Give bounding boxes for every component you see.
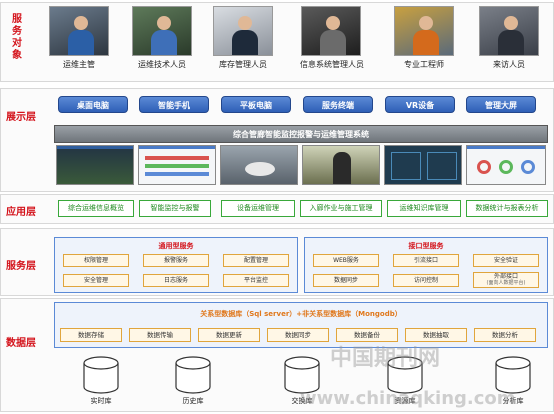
person-caption: 信息系统管理人员 — [300, 60, 364, 69]
database-title: 关系型数据库（Sql server）+非关系型数据库（Mongodb） — [200, 310, 402, 318]
database-cylinder-icon — [175, 356, 211, 394]
service-layer-label: 服务层 — [6, 261, 36, 272]
screenshot-thumbnail — [302, 145, 380, 185]
person-it-manager: 信息系统管理人员 — [300, 6, 364, 70]
device-tablet: 平板电脑 — [221, 96, 291, 113]
person-photo — [301, 6, 361, 56]
service-cell-label: 外部接口 — [493, 273, 518, 280]
service-cell: 配置管理 — [223, 254, 289, 267]
interface-services-title: 接口型服务 — [408, 242, 444, 250]
database-cylinder-icon — [83, 356, 119, 394]
data-operation: 数据同步 — [267, 328, 329, 342]
service-cell: WEB服务 — [313, 254, 379, 267]
person-photo — [213, 6, 273, 56]
person-caption: 库存管理人员 — [219, 60, 267, 69]
display-layer-label: 展示层 — [6, 112, 36, 123]
app-work-construction: 入廊作业与施工管理 — [300, 200, 382, 217]
database-store-label: 交换库 — [291, 397, 313, 405]
service-cell: 权限管理 — [63, 254, 129, 267]
external-interface-cell: 外部接口 (面向人数据平台) — [473, 272, 539, 288]
person-caption: 运维主管 — [63, 60, 95, 69]
device-vr: VR设备 — [385, 96, 455, 113]
person-photo — [479, 6, 539, 56]
data-layer-label: 数据层 — [6, 338, 36, 349]
person-photo — [49, 6, 109, 56]
general-services-title: 通用型服务 — [158, 242, 194, 250]
person-visitor: 来访人员 — [478, 6, 540, 70]
service-cell: 数据同步 — [313, 274, 379, 287]
person-caption: 专业工程师 — [404, 60, 444, 69]
database-store-label: 历史库 — [182, 397, 204, 405]
person-ops-technician: 运维技术人员 — [131, 6, 193, 70]
screenshot-thumbnail — [466, 145, 546, 185]
app-statistics-reports: 数据统计与报表分析 — [466, 200, 548, 217]
service-cell: 访问控制 — [393, 274, 459, 287]
data-operation: 数据存储 — [60, 328, 122, 342]
app-knowledge-base: 运维知识库管理 — [387, 200, 461, 217]
service-cell-note: (面向人数据平台) — [486, 280, 526, 286]
device-smartphone: 智能手机 — [139, 96, 209, 113]
device-service-terminal: 服务终端 — [303, 96, 373, 113]
database-store-label: 分析库 — [502, 397, 524, 405]
person-caption: 运维技术人员 — [138, 60, 186, 69]
data-operation: 数据传输 — [129, 328, 191, 342]
person-caption: 来访人员 — [493, 60, 525, 69]
screenshot-thumbnail — [220, 145, 298, 185]
system-title-bar: 综合管廊智能监控报警与运维管理系统 — [54, 125, 548, 143]
database-store-label: 资源库 — [394, 397, 416, 405]
data-operation: 数据备份 — [336, 328, 398, 342]
database-store-label: 实时库 — [90, 397, 112, 405]
database-cylinder-icon — [495, 356, 531, 394]
data-operation: 数据更新 — [198, 328, 260, 342]
service-cell: 报警服务 — [143, 254, 209, 267]
interface-services-box: 接口型服务 WEB服务 引流接口 安全验证 数据同步 访问控制 外部接口 (面向… — [304, 237, 548, 293]
app-monitoring-alarm: 智能监控与报警 — [139, 200, 211, 217]
person-ops-supervisor: 运维主管 — [48, 6, 110, 70]
application-layer-label: 应用层 — [6, 207, 36, 218]
app-ops-overview: 综合运维信息概览 — [58, 200, 134, 217]
database-cylinder-icon — [387, 356, 423, 394]
screenshot-thumbnail — [384, 145, 462, 185]
database-cylinder-icon — [284, 356, 320, 394]
data-operation: 数据抽取 — [405, 328, 467, 342]
service-cell: 日志服务 — [143, 274, 209, 287]
screenshot-thumbnail — [56, 145, 134, 185]
person-photo — [394, 6, 454, 56]
service-cell: 安全验证 — [473, 254, 539, 267]
general-services-box: 通用型服务 权限管理 报警服务 配置管理 安全管理 日志服务 平台监控 — [54, 237, 298, 293]
person-inventory-manager: 库存管理人员 — [212, 6, 274, 70]
device-large-screen: 管理大屏 — [466, 96, 536, 113]
person-engineer: 专业工程师 — [393, 6, 455, 70]
screenshot-thumbnail — [138, 145, 216, 185]
service-cell: 平台监控 — [223, 274, 289, 287]
app-equipment-ops: 设备运维管理 — [221, 200, 295, 217]
data-operation: 数据分析 — [474, 328, 536, 342]
device-desktop: 桌面电脑 — [58, 96, 128, 113]
person-photo — [132, 6, 192, 56]
service-cell: 安全管理 — [63, 274, 129, 287]
service-objects-label: 服务对象 — [12, 14, 22, 61]
service-cell: 引流接口 — [393, 254, 459, 267]
